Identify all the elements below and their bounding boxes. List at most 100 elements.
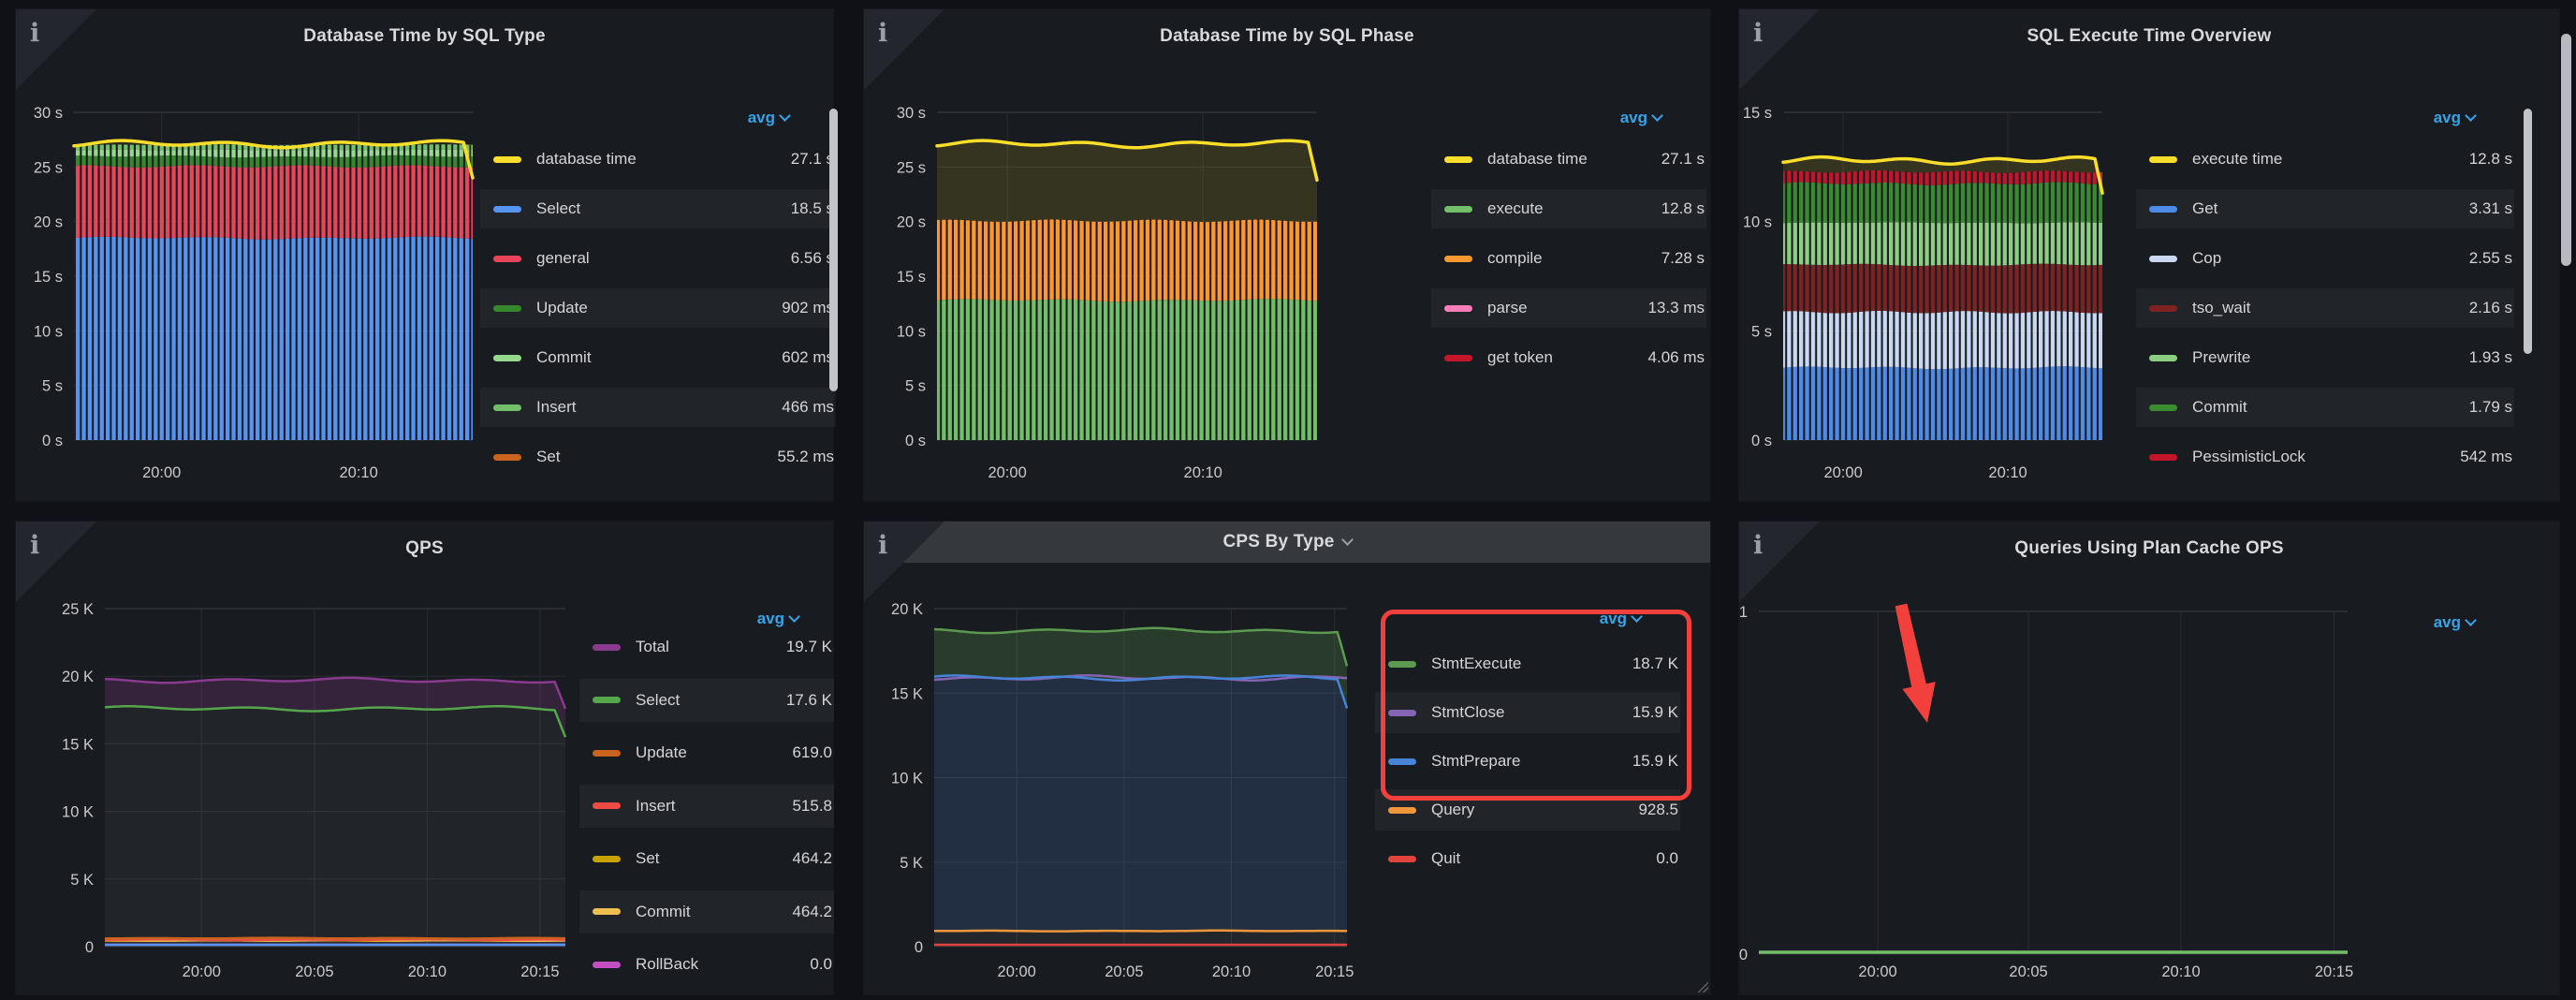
legend-row[interactable]: Select 17.6 K [579, 679, 834, 722]
legend-label[interactable]: Cop [2192, 249, 2221, 268]
legend-label[interactable]: Update [636, 743, 687, 762]
legend: avg database time 27.1 s execute12.8 s compi… [864, 9, 1710, 501]
legend-label[interactable]: execute time [2192, 150, 2282, 169]
legend-row[interactable]: Commit464.2 [579, 890, 834, 934]
legend-value: 1.93 s [2469, 348, 2512, 367]
legend-swatch [493, 355, 521, 361]
legend-swatch [493, 454, 521, 461]
panel-qps: i QPS 05 K10 K15 K20 K25 K20:0020:0520:1… [16, 522, 833, 994]
legend-label[interactable]: Prewrite [2192, 348, 2250, 367]
legend-row[interactable]: parse13.3 ms [1431, 288, 1706, 328]
legend-label[interactable]: Total [636, 638, 669, 656]
legend-label[interactable]: execute [1487, 199, 1544, 218]
legend-value: 12.8 s [2469, 150, 2512, 169]
legend-swatch [593, 644, 621, 651]
legend-row[interactable]: Commit1.79 s [2136, 388, 2514, 427]
legend-label[interactable]: database time [536, 150, 637, 169]
legend-label[interactable]: tso_wait [2192, 299, 2250, 317]
legend-row[interactable]: PessimisticLock542 ms [2136, 437, 2514, 477]
legend-row[interactable]: database time27.1 s [480, 140, 836, 179]
legend-value: 18.5 s [791, 199, 834, 218]
panel-resize-handle[interactable] [1696, 980, 1708, 993]
legend-label[interactable]: Commit [536, 348, 592, 367]
info-icon[interactable]: i [1753, 19, 1763, 48]
legend-row[interactable]: Prewrite 1.93 s [2136, 338, 2514, 377]
info-icon[interactable]: i [30, 19, 39, 48]
legend-scrollbar[interactable] [829, 109, 838, 391]
legend-swatch [1444, 156, 1472, 163]
info-icon[interactable]: i [1753, 531, 1763, 560]
legend-value: 7.28 s [1661, 249, 1705, 268]
legend: avgTotal19.7 KSelect17.6 KUpdate619.0Ins… [16, 522, 833, 994]
legend-row[interactable]: general6.56 s [480, 239, 836, 278]
legend-label[interactable]: get token [1487, 348, 1553, 367]
legend-row[interactable]: execute time 12.8 s [2136, 140, 2514, 179]
legend-row[interactable]: Insert466 ms [480, 388, 836, 427]
legend-label[interactable]: Quit [1431, 849, 1460, 868]
legend-row[interactable]: Update902 ms [480, 288, 836, 328]
info-icon[interactable]: i [30, 531, 39, 560]
legend-row[interactable]: Set55.2 ms [480, 437, 836, 477]
legend-stat-dropdown[interactable]: avg [2434, 613, 2475, 632]
legend-value: 0.0 [810, 955, 832, 974]
legend-label[interactable]: general [536, 249, 590, 268]
legend-row[interactable]: execute12.8 s [1431, 189, 1706, 228]
info-icon[interactable]: i [878, 19, 887, 48]
legend-row[interactable]: Get 3.31 s [2136, 189, 2514, 228]
legend-row[interactable]: Set464.2 [579, 837, 834, 880]
legend-label[interactable]: RollBack [636, 955, 698, 974]
legend-label[interactable]: PessimisticLock [2192, 448, 2305, 466]
legend-label[interactable]: Set [536, 448, 561, 466]
legend-swatch [493, 256, 521, 262]
legend-label[interactable]: Select [636, 691, 680, 710]
legend-label[interactable]: Query [1431, 801, 1474, 819]
legend-row[interactable]: Select 18.5 s [480, 189, 836, 228]
legend-row[interactable]: tso_wait2.16 s [2136, 288, 2514, 328]
legend-label[interactable]: Set [636, 849, 660, 868]
legend: avg [1739, 522, 2559, 994]
legend-label[interactable]: compile [1487, 249, 1543, 268]
legend-swatch [1444, 256, 1472, 262]
legend-stat-dropdown[interactable]: avg [748, 109, 789, 127]
legend-row[interactable]: get token4.06 ms [1431, 338, 1706, 377]
legend-label[interactable]: Commit [636, 903, 691, 921]
legend-swatch [593, 962, 621, 968]
page-scrollbar[interactable] [2561, 34, 2571, 266]
legend-row[interactable]: compile 7.28 s [1431, 239, 1706, 278]
legend-row[interactable]: RollBack 0.0 [579, 943, 834, 986]
legend: avg database time27.1 s Select 18.5 s genera… [16, 9, 833, 501]
legend-label[interactable]: Get [2192, 199, 2217, 218]
panel-sql-execute-time-overview: i SQL Execute Time Overview 0 s5 s10 s15… [1739, 9, 2559, 501]
legend-swatch [493, 156, 521, 163]
legend-row[interactable]: Quit 0.0 [1375, 838, 1680, 879]
legend-label[interactable]: Insert [636, 797, 676, 816]
legend-row[interactable]: Total19.7 K [579, 625, 834, 669]
legend-value: 2.55 s [2469, 249, 2512, 268]
legend-value: 3.31 s [2469, 199, 2512, 218]
legend-swatch [1444, 305, 1472, 312]
legend-swatch [2149, 256, 2177, 262]
legend-stat-dropdown[interactable]: avg [1620, 109, 1661, 127]
legend-row[interactable]: Commit 602 ms [480, 338, 836, 377]
legend-label[interactable]: Update [536, 299, 588, 317]
legend-row[interactable]: Update619.0 [579, 731, 834, 774]
legend-label[interactable]: database time [1487, 150, 1588, 169]
legend-swatch [1388, 807, 1416, 814]
legend-label[interactable]: Commit [2192, 398, 2247, 417]
legend-value: 602 ms [782, 348, 834, 367]
chevron-down-icon [2465, 110, 2477, 122]
info-icon[interactable]: i [878, 531, 887, 560]
panel-database-time-by-sql-phase: i Database Time by SQL Phase 0 s5 s10 s1… [864, 9, 1710, 501]
legend-value: 27.1 s [1661, 150, 1705, 169]
legend-row[interactable]: database time 27.1 s [1431, 140, 1706, 179]
legend-value: 17.6 K [786, 691, 832, 710]
legend-label[interactable]: parse [1487, 299, 1528, 317]
legend-value: 0.0 [1656, 849, 1678, 868]
legend-row[interactable]: Insert515.8 [579, 785, 834, 828]
legend-row[interactable]: Cop 2.55 s [2136, 239, 2514, 278]
legend-label[interactable]: Insert [536, 398, 577, 417]
legend-stat-dropdown[interactable]: avg [2434, 109, 2475, 127]
legend-swatch [593, 856, 621, 862]
legend-label[interactable]: Select [536, 199, 580, 218]
legend-scrollbar[interactable] [2524, 109, 2532, 354]
